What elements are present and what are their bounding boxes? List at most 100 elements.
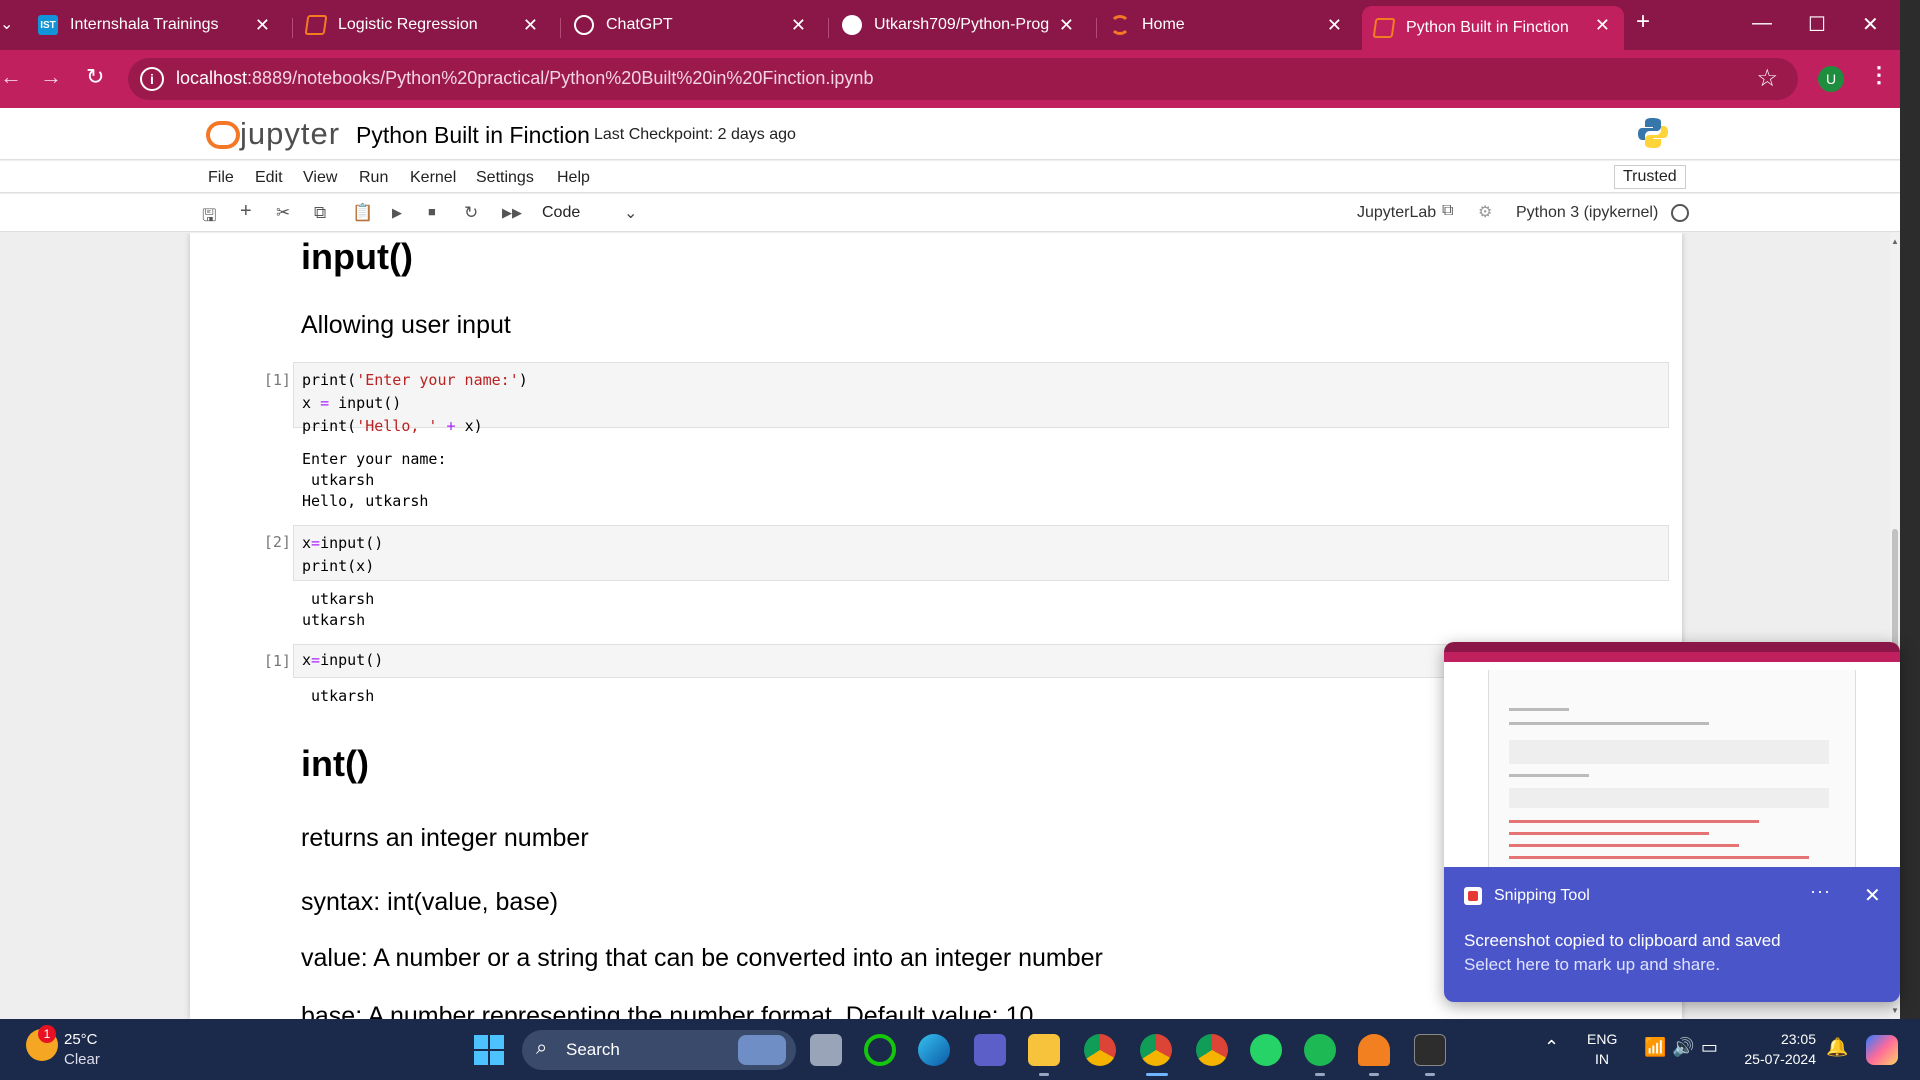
- close-tab-icon[interactable]: ✕: [1059, 15, 1074, 36]
- notification-body[interactable]: Snipping Tool ··· ✕ Screenshot copied to…: [1444, 867, 1900, 1002]
- paste-icon[interactable]: 📋: [352, 203, 373, 223]
- cell-type-select[interactable]: Code: [542, 204, 580, 222]
- menu-settings[interactable]: Settings: [476, 169, 534, 187]
- tab-github[interactable]: Utkarsh709/Python-Progra ✕: [830, 6, 1088, 44]
- cell-output: utkarsh utkarsh: [302, 590, 375, 629]
- weather-condition[interactable]: Clear: [64, 1051, 100, 1068]
- tab-title: ChatGPT: [606, 16, 673, 33]
- cloudflare-warp-icon[interactable]: [1358, 1034, 1390, 1066]
- chevron-down-icon[interactable]: ⌄: [624, 203, 637, 223]
- restart-icon[interactable]: ↻: [464, 203, 478, 223]
- tab-logistic-regression[interactable]: Logistic Regression ✕: [294, 6, 552, 44]
- site-info-icon[interactable]: i: [140, 67, 164, 91]
- chrome-profile-icon[interactable]: [1140, 1034, 1172, 1066]
- code-cell[interactable]: x=input() print(x): [293, 525, 1669, 581]
- tab-internshala[interactable]: IST Internshala Trainings ✕: [26, 6, 284, 44]
- menu-edit[interactable]: Edit: [255, 169, 283, 187]
- browser-menu-icon[interactable]: ⋮: [1868, 62, 1890, 88]
- region-indicator[interactable]: IN: [1595, 1051, 1609, 1067]
- screenshot-thumbnail[interactable]: [1444, 642, 1900, 867]
- chrome-icon[interactable]: [1084, 1034, 1116, 1066]
- tab-title: Internshala Trainings: [70, 16, 219, 33]
- stop-icon[interactable]: ■: [428, 204, 436, 219]
- chrome-profile-2-icon[interactable]: [1196, 1034, 1228, 1066]
- taskbar-search[interactable]: ⌕ Search: [522, 1030, 796, 1070]
- external-link-icon[interactable]: ⧉: [1442, 202, 1453, 220]
- language-indicator[interactable]: ENG: [1587, 1031, 1617, 1047]
- last-checkpoint: Last Checkpoint: 2 days ago: [594, 126, 796, 143]
- tab-python-built-in[interactable]: Python Built in Finction ✕: [1362, 6, 1624, 50]
- back-icon[interactable]: ←: [0, 64, 22, 90]
- jupyter-header: jupyter Python Built in Finction Last Ch…: [0, 108, 1900, 160]
- notification-app-name: Snipping Tool: [1494, 887, 1590, 904]
- run-icon[interactable]: ▶: [392, 205, 402, 221]
- bookmark-star-icon[interactable]: ☆: [1756, 64, 1778, 93]
- wifi-volume-battery-icons[interactable]: 📶🔊▭: [1644, 1037, 1724, 1058]
- forward-icon[interactable]: →: [40, 64, 62, 90]
- text-syntax: syntax: int(value, base): [301, 888, 559, 916]
- menu-file[interactable]: File: [208, 169, 234, 187]
- spotify-icon[interactable]: [1304, 1034, 1336, 1066]
- menu-run[interactable]: Run: [359, 169, 388, 187]
- code-cell[interactable]: print('Enter your name:') x = input() pr…: [293, 362, 1669, 435]
- jupyter-icon: [1110, 15, 1130, 35]
- cut-icon[interactable]: ✂: [276, 203, 290, 223]
- jupyter-menubar: File Edit View Run Kernel Settings Help …: [0, 161, 1900, 193]
- tab-home[interactable]: Home ✕: [1098, 6, 1356, 44]
- run-all-icon[interactable]: ▶▶: [502, 205, 522, 221]
- windows-start-icon[interactable]: [474, 1035, 504, 1065]
- copilot-icon[interactable]: [1866, 1035, 1898, 1065]
- jupyter-logo[interactable]: jupyter: [204, 116, 340, 152]
- menu-kernel[interactable]: Kernel: [410, 169, 456, 187]
- tab-separator: [828, 18, 829, 38]
- text-base: base: A number representing the number f…: [301, 1002, 1034, 1019]
- task-view-icon[interactable]: [810, 1034, 842, 1066]
- clock-time[interactable]: 23:05: [1746, 1031, 1816, 1047]
- maximize-icon[interactable]: ☐: [1808, 12, 1826, 37]
- kernel-name[interactable]: Python 3 (ipykernel): [1516, 204, 1658, 222]
- whatsapp-icon[interactable]: [1250, 1034, 1282, 1066]
- reload-icon[interactable]: ↻: [86, 64, 104, 90]
- tab-chatgpt[interactable]: ChatGPT ✕: [562, 6, 820, 44]
- close-tab-icon[interactable]: ✕: [255, 15, 270, 36]
- heading-int: int(): [301, 743, 369, 784]
- refresh-app-icon[interactable]: [864, 1034, 896, 1066]
- insert-cell-icon[interactable]: +: [240, 200, 252, 223]
- new-tab-button[interactable]: +: [1636, 8, 1650, 36]
- copy-icon[interactable]: ⧉: [314, 203, 326, 223]
- profile-avatar[interactable]: U: [1818, 66, 1844, 92]
- tab-title: Python Built in Finction: [1406, 19, 1569, 36]
- url-field[interactable]: i localhost:8889/notebooks/Python%20prac…: [128, 58, 1798, 100]
- minimize-icon[interactable]: —: [1752, 12, 1772, 35]
- url-text[interactable]: localhost:8889/notebooks/Python%20practi…: [176, 68, 873, 89]
- snipping-tool-notification[interactable]: Snipping Tool ··· ✕ Screenshot copied to…: [1444, 642, 1900, 1002]
- tab-title: Logistic Regression: [338, 16, 478, 33]
- terminal-icon[interactable]: [1414, 1034, 1446, 1066]
- weather-temperature[interactable]: 25°C: [64, 1031, 98, 1048]
- trusted-indicator[interactable]: Trusted: [1614, 165, 1686, 189]
- close-tab-icon[interactable]: ✕: [523, 15, 538, 36]
- close-window-icon[interactable]: ✕: [1862, 12, 1879, 37]
- clock-date[interactable]: 25-07-2024: [1736, 1051, 1816, 1067]
- thumbnail-tabbar: [1444, 642, 1900, 652]
- scroll-down-icon[interactable]: ▼: [1891, 1006, 1899, 1015]
- notebook-title[interactable]: Python Built in Finction: [356, 122, 590, 149]
- close-tab-icon[interactable]: ✕: [1595, 15, 1610, 36]
- menu-view[interactable]: View: [303, 169, 337, 187]
- chevron-up-icon[interactable]: ⌃: [1544, 1037, 1559, 1058]
- close-tab-icon[interactable]: ✕: [791, 15, 806, 36]
- scroll-up-icon[interactable]: ▲: [1891, 237, 1899, 246]
- tab-search-chevron-icon[interactable]: ⌄: [0, 14, 13, 34]
- save-icon[interactable]: 🖫: [202, 203, 216, 232]
- close-tab-icon[interactable]: ✕: [1327, 15, 1342, 36]
- close-notification-icon[interactable]: ✕: [1864, 883, 1881, 908]
- notification-bell-icon[interactable]: 🔔: [1826, 1037, 1848, 1058]
- more-options-button[interactable]: ···: [1810, 881, 1831, 902]
- gear-icon[interactable]: ⚙: [1478, 202, 1492, 222]
- edge-icon[interactable]: [918, 1034, 950, 1066]
- teams-icon[interactable]: [974, 1034, 1006, 1066]
- jupyterlab-link[interactable]: JupyterLab: [1357, 204, 1436, 222]
- file-explorer-icon[interactable]: [1028, 1034, 1060, 1066]
- menu-help[interactable]: Help: [557, 169, 590, 187]
- code-line: print(x): [302, 557, 375, 575]
